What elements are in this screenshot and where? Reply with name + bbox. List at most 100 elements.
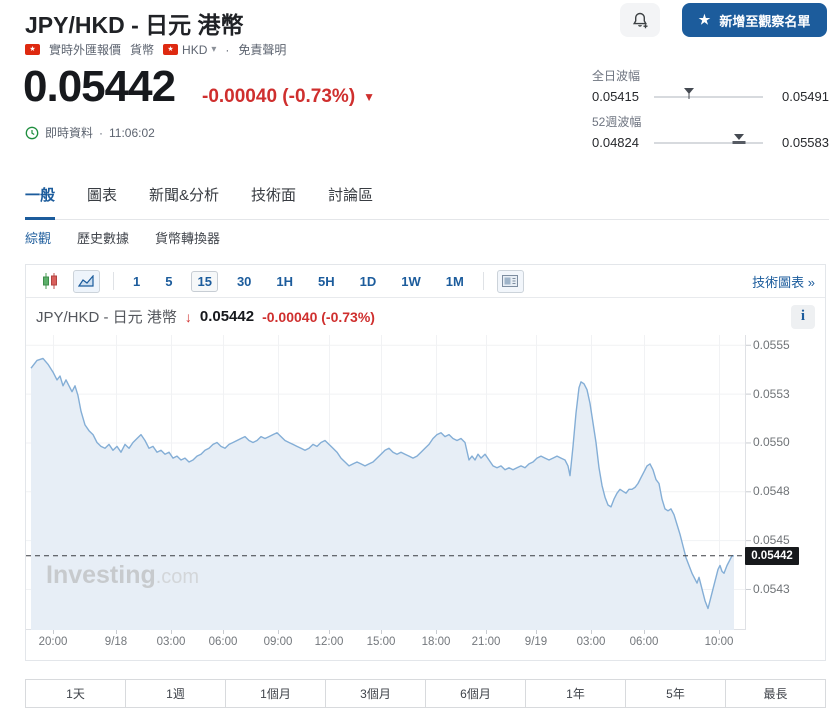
x-axis-label: 9/19 bbox=[524, 636, 548, 648]
y-axis-label: 0.0553 bbox=[753, 386, 790, 401]
chart-toolbar: 1 5 15 30 1H 5H 1D 1W 1M 技術圖表 » bbox=[26, 265, 825, 298]
y-axis-label: 0.0550 bbox=[753, 435, 790, 450]
subtab-historical-data[interactable]: 歷史數據 bbox=[77, 228, 129, 247]
y-axis-label: 0.0555 bbox=[753, 337, 790, 352]
area-chart-icon bbox=[78, 274, 94, 287]
subtab-overview[interactable]: 綜觀 bbox=[25, 228, 51, 247]
chart-change: -0.00040 (-0.73%) bbox=[262, 308, 375, 325]
x-axis-label: 03:00 bbox=[576, 636, 606, 648]
quote-currency-code: HKD bbox=[182, 42, 208, 57]
candlestick-chart-button[interactable] bbox=[36, 270, 63, 293]
week52-range-label: 52週波幅 bbox=[592, 115, 642, 129]
chart-header: JPY/HKD - 日元 港幣 ↓ 0.05442 -0.00040 (-0.7… bbox=[26, 298, 825, 335]
price-change-value: -0.00040 (-0.73%) bbox=[202, 86, 356, 107]
candlestick-icon bbox=[42, 273, 57, 289]
day-range-low: 0.05415 bbox=[592, 89, 639, 104]
x-axis-label: 12:00 bbox=[314, 636, 344, 648]
x-axis-label: 06:00 bbox=[208, 636, 238, 648]
watermark-bold: Investing bbox=[46, 561, 156, 589]
watchlist-button-label: 新增至觀察名單 bbox=[719, 13, 811, 29]
realtime-status-row: 即時資料 · 11:06:02 bbox=[25, 124, 155, 141]
disclaimer-link[interactable]: 免責聲明 bbox=[238, 41, 286, 58]
interval-selector: 1 5 15 30 1H 5H 1D 1W 1M bbox=[127, 270, 470, 292]
bell-plus-icon bbox=[632, 12, 647, 28]
interval-30m[interactable]: 30 bbox=[231, 271, 257, 292]
create-alert-button[interactable] bbox=[620, 3, 660, 37]
realtime-label: 即時資料 bbox=[45, 126, 94, 140]
x-axis-label: 10:00 bbox=[704, 636, 734, 648]
chart-price: 0.05442 bbox=[199, 308, 255, 325]
tab-chart[interactable]: 圖表 bbox=[87, 184, 117, 219]
interval-1w[interactable]: 1W bbox=[395, 271, 427, 292]
hk-flag-icon: ★ bbox=[25, 44, 40, 55]
chevron-down-icon: ▾ bbox=[211, 44, 217, 55]
dot-separator: · bbox=[225, 42, 230, 57]
range-1w-button[interactable]: 1週 bbox=[125, 680, 225, 707]
range-1mo-button[interactable]: 1個月 bbox=[225, 680, 325, 707]
technical-chart-link[interactable]: 技術圖表 » bbox=[752, 272, 815, 291]
ranges-panel: 全日波幅 0.05415 0.05491 52週波幅 0.04824 0.055… bbox=[592, 67, 829, 159]
toolbar-divider bbox=[482, 272, 484, 290]
range-1d-button[interactable]: 1天 bbox=[26, 680, 125, 707]
tab-news-analysis[interactable]: 新聞&分析 bbox=[149, 184, 219, 219]
x-axis-label: 06:00 bbox=[629, 636, 659, 648]
tab-discussion[interactable]: 討論區 bbox=[328, 184, 373, 219]
subtab-currency-converter[interactable]: 貨幣轉換器 bbox=[155, 228, 220, 247]
interval-15m[interactable]: 15 bbox=[191, 270, 218, 292]
day-range-track bbox=[654, 87, 763, 99]
x-axis-label: 03:00 bbox=[156, 636, 186, 648]
triangle-down-icon: ▼ bbox=[363, 90, 376, 104]
add-to-watchlist-button[interactable]: ★ 新增至觀察名單 bbox=[682, 3, 827, 37]
time-range-buttons: 1天 1週 1個月 3個月 6個月 1年 5年 最長 bbox=[25, 679, 826, 708]
range-3mo-button[interactable]: 3個月 bbox=[325, 680, 425, 707]
investing-watermark: Investing.com bbox=[46, 561, 199, 590]
day-range-row: 0.05415 0.05491 bbox=[592, 87, 829, 104]
current-price: 0.05442 bbox=[23, 62, 176, 111]
interval-1mo[interactable]: 1M bbox=[440, 271, 470, 292]
interval-1h[interactable]: 1H bbox=[270, 271, 299, 292]
arrow-down-icon: ↓ bbox=[184, 308, 192, 325]
price-chart-svg[interactable] bbox=[26, 335, 752, 635]
toolbar-divider bbox=[113, 272, 114, 290]
tab-general[interactable]: 一般 bbox=[25, 184, 56, 220]
price-change: -0.00040 (-0.73%) ▼ bbox=[202, 86, 375, 108]
x-axis-label: 18:00 bbox=[421, 636, 451, 648]
day-range-marker-stem bbox=[688, 91, 690, 99]
week52-range-marker-icon bbox=[734, 133, 745, 140]
y-axis-label: 0.0545 bbox=[753, 533, 790, 548]
news-layout-icon bbox=[502, 275, 519, 287]
week52-range-marker-bar bbox=[732, 140, 746, 144]
interval-1m[interactable]: 1 bbox=[127, 271, 146, 292]
watermark-rest: .com bbox=[155, 566, 200, 588]
range-max-button[interactable]: 最長 bbox=[725, 680, 825, 707]
x-axis-label: 15:00 bbox=[366, 636, 396, 648]
week52-range-high: 0.05583 bbox=[782, 135, 829, 150]
tab-technical[interactable]: 技術面 bbox=[251, 184, 296, 219]
range-1y-button[interactable]: 1年 bbox=[525, 680, 625, 707]
y-axis-label: 0.0548 bbox=[753, 484, 790, 499]
x-axis-label: 21:00 bbox=[471, 636, 501, 648]
week52-range-row: 0.04824 0.05583 bbox=[592, 133, 829, 150]
week52-range-track bbox=[654, 133, 763, 144]
quote-currency-dropdown[interactable]: ★ HKD ▾ bbox=[163, 43, 216, 57]
x-axis-labels: 20:00 9/18 03:00 06:00 09:00 12:00 15:00 18:00 2… bbox=[26, 636, 752, 652]
area-chart-button[interactable] bbox=[73, 269, 100, 293]
chart-title: JPY/HKD - 日元 港幣 bbox=[36, 309, 177, 326]
instrument-meta-row: ★ 實時外匯報價 貨幣 ★ HKD ▾ · 免責聲明 bbox=[25, 41, 286, 58]
range-5y-button[interactable]: 5年 bbox=[625, 680, 725, 707]
interval-5m[interactable]: 5 bbox=[159, 271, 178, 292]
info-button[interactable]: i bbox=[791, 304, 815, 329]
range-6mo-button[interactable]: 6個月 bbox=[425, 680, 525, 707]
day-range-label: 全日波幅 bbox=[592, 69, 641, 83]
sub-tabs: 綜觀 歷史數據 貨幣轉換器 bbox=[25, 228, 220, 247]
dot-separator: · bbox=[99, 125, 104, 140]
week52-range-low: 0.04824 bbox=[592, 135, 639, 150]
star-icon: ★ bbox=[698, 12, 711, 27]
interval-1d[interactable]: 1D bbox=[354, 271, 383, 292]
y-axis-label: 0.0543 bbox=[753, 581, 790, 596]
interval-5h[interactable]: 5H bbox=[312, 271, 341, 292]
chart-layout-button[interactable] bbox=[496, 269, 524, 293]
x-axis-label: 9/18 bbox=[104, 636, 128, 648]
hk-flag-icon: ★ bbox=[163, 44, 179, 55]
day-range-high: 0.05491 bbox=[782, 89, 829, 104]
